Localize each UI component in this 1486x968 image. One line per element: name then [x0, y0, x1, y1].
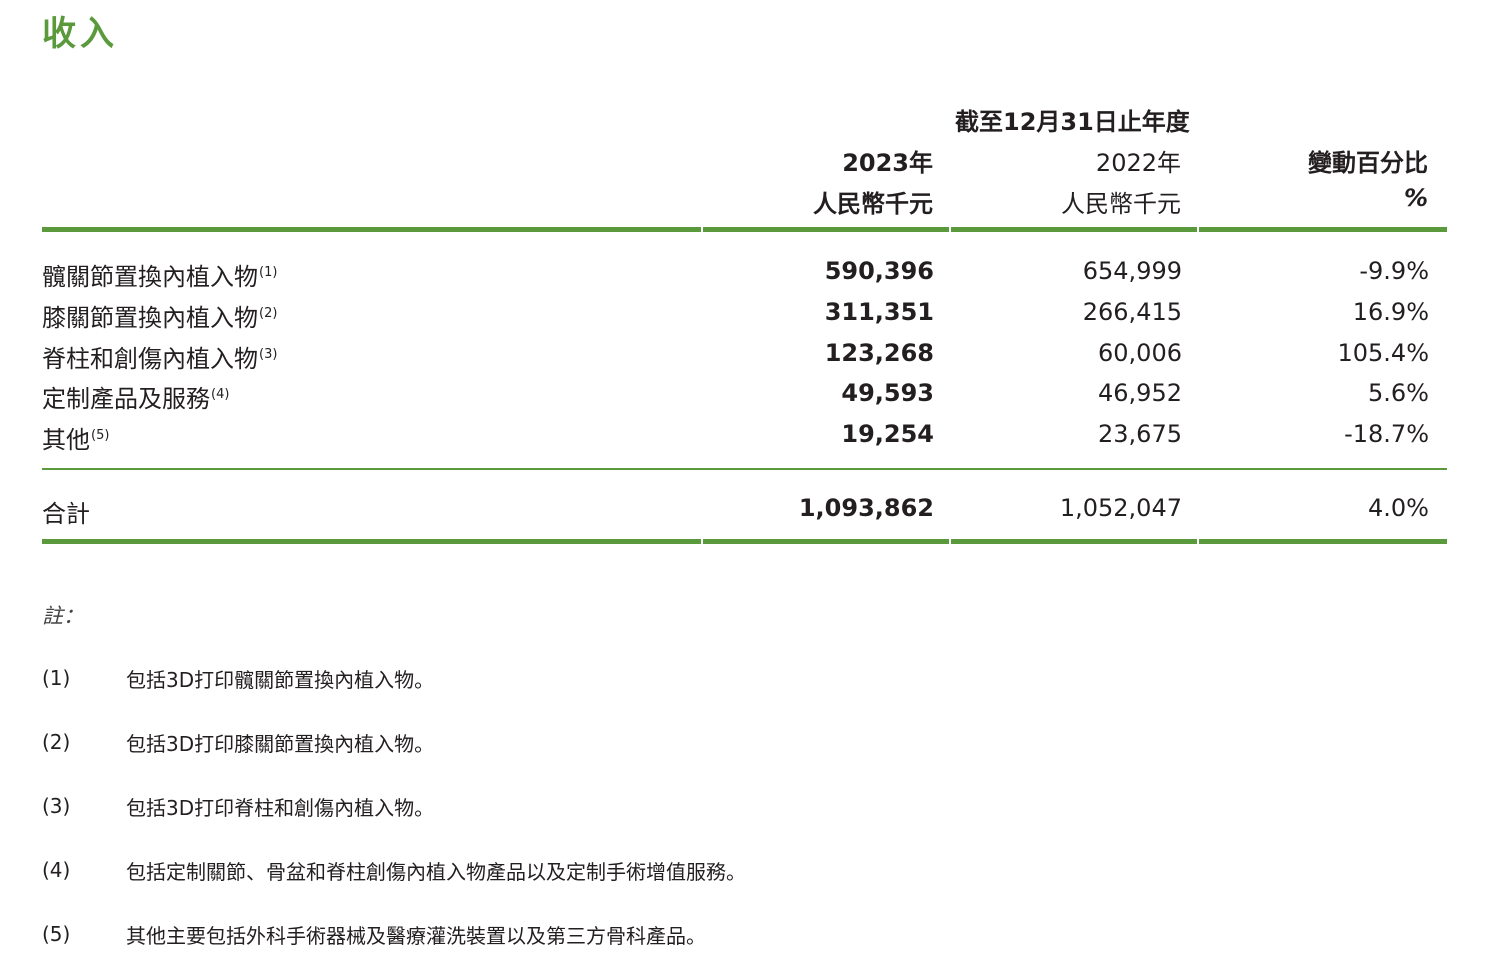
note-ref: (1) — [259, 265, 278, 280]
page-title: 收入 — [42, 14, 118, 54]
value-2022: 60,006 — [1098, 339, 1182, 367]
note-ref: (2) — [259, 306, 278, 321]
note-text: 包括3D打印髖關節置換內植入物。 — [126, 668, 435, 692]
header-rule — [42, 227, 1447, 232]
note-number: (5) — [42, 922, 71, 946]
note-number: (4) — [42, 858, 71, 882]
note-text: 包括3D打印膝關節置換內植入物。 — [126, 732, 435, 756]
note-number: (3) — [42, 794, 71, 818]
total-change: 4.0% — [1368, 494, 1429, 522]
row-label: 定制產品及服務 — [42, 385, 210, 413]
value-2022: 266,415 — [1082, 298, 1182, 326]
value-2023: 311,351 — [824, 298, 934, 326]
total-rule — [42, 539, 1447, 544]
note-ref: (4) — [211, 387, 230, 402]
value-2022: 654,999 — [1082, 257, 1182, 285]
value-change: 105.4% — [1337, 339, 1429, 367]
period-header: 截至12月31日止年度 — [955, 108, 1190, 136]
col-2022-unit: 人民幣千元 — [1061, 190, 1181, 218]
total-2022: 1,052,047 — [1059, 494, 1182, 522]
col-change-label: 變動百分比 — [1308, 149, 1428, 177]
note-text: 其他主要包括外科手術器械及醫療灌洗裝置以及第三方骨科產品。 — [126, 924, 706, 948]
value-2023: 49,593 — [841, 379, 934, 407]
note-number: (2) — [42, 730, 71, 754]
value-2022: 46,952 — [1098, 379, 1182, 407]
value-2023: 590,396 — [824, 257, 934, 285]
value-change: 5.6% — [1368, 379, 1429, 407]
row-label: 髖關節置換內植入物 — [42, 263, 258, 291]
total-label: 合計 — [42, 500, 90, 528]
row-label: 膝關節置換內植入物 — [42, 304, 258, 332]
col-2023-unit: 人民幣千元 — [813, 190, 933, 218]
row-label: 脊柱和創傷內植入物 — [42, 345, 258, 373]
note-ref: (5) — [91, 428, 110, 443]
notes-heading: 註： — [42, 604, 84, 628]
subtotal-rule — [42, 468, 1447, 470]
note-ref: (3) — [259, 347, 278, 362]
value-2023: 123,268 — [824, 339, 934, 367]
total-2023: 1,093,862 — [798, 494, 934, 522]
value-2023: 19,254 — [841, 420, 934, 448]
value-change: 16.9% — [1352, 298, 1429, 326]
col-change-unit: % — [1403, 184, 1428, 212]
note-text: 包括3D打印脊柱和創傷內植入物。 — [126, 796, 435, 820]
col-2022-year: 2022年 — [1095, 149, 1181, 177]
value-change: -9.9% — [1359, 257, 1429, 285]
note-text: 包括定制關節、骨盆和脊柱創傷內植入物產品以及定制手術增值服務。 — [126, 860, 746, 884]
value-change: -18.7% — [1344, 420, 1429, 448]
row-label: 其他 — [42, 426, 90, 454]
col-2023-year: 2023年 — [842, 149, 933, 177]
note-number: (1) — [42, 666, 71, 690]
value-2022: 23,675 — [1098, 420, 1182, 448]
